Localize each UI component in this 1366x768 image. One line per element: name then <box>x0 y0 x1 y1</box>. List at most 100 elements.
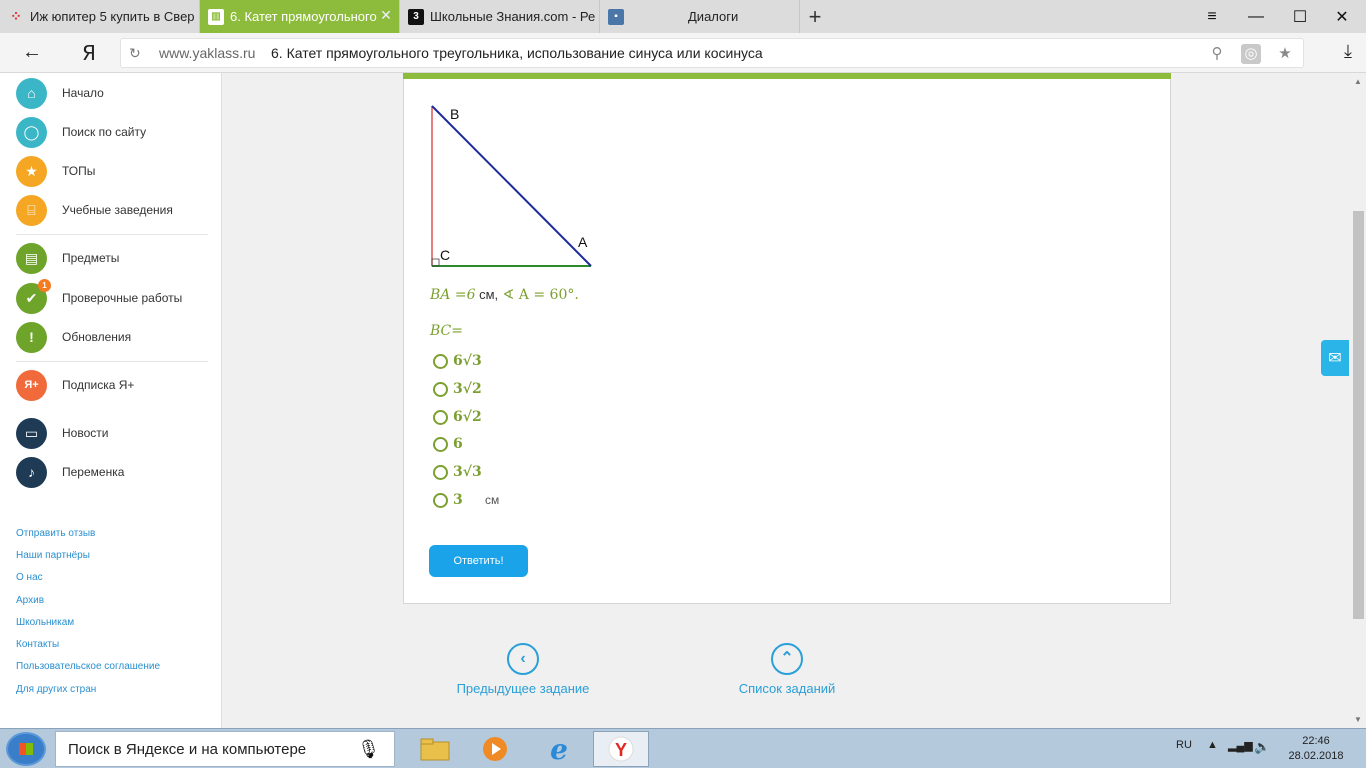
sidebar-item-tops[interactable]: ★ ТОПы <box>16 155 95 187</box>
footer-link-other-countries[interactable]: Для других стран <box>16 684 96 695</box>
divider <box>16 361 208 362</box>
answer-option[interactable]: 6√3 <box>433 352 482 370</box>
tab-label: 6. Катет прямоугольного <box>230 9 377 24</box>
close-window-button[interactable]: ✕ <box>1320 0 1364 33</box>
url-domain: www.yaklass.ru <box>159 45 256 61</box>
right-angle-mark <box>431 258 440 267</box>
main-content: B A C BA =6 см, ∢ A = 60°. BC= 6√3 3√2 6… <box>223 73 1351 728</box>
bell-icon: ♪ <box>16 456 47 488</box>
sidebar-item-subscription[interactable]: Я+ Подписка Я+ <box>16 369 134 401</box>
submit-answer-button[interactable]: Ответить! <box>429 545 528 577</box>
sidebar-item-updates[interactable]: ! Обновления <box>16 321 131 353</box>
sidebar-item-tests[interactable]: ✔ 1 Проверочные работы <box>16 278 182 314</box>
yandex-logo[interactable]: Я <box>82 41 96 65</box>
option-value: 6 <box>453 436 463 452</box>
play-icon <box>483 737 507 761</box>
yandex-browser-icon: Y <box>608 736 634 762</box>
option-value: 6√3 <box>453 353 482 369</box>
label-c: C <box>440 247 450 263</box>
footer-link-archive[interactable]: Архив <box>16 595 44 606</box>
footer-link-students[interactable]: Школьникам <box>16 617 74 628</box>
option-value: 3√3 <box>453 464 482 480</box>
radio-button[interactable] <box>433 353 448 369</box>
close-icon[interactable]: ✕ <box>379 8 393 22</box>
language-indicator[interactable]: RU <box>1176 739 1192 751</box>
tab-izh-jupiter[interactable]: ⁘ Иж юпитер 5 купить в Свер <box>0 0 200 33</box>
mail-feedback-button[interactable]: ✉ <box>1321 340 1349 376</box>
radio-button[interactable] <box>433 409 448 425</box>
sidebar-item-label: Предметы <box>62 251 120 265</box>
volume-icon[interactable]: 🔈 <box>1254 739 1270 755</box>
answer-option[interactable]: 6 <box>433 435 463 453</box>
answer-option[interactable]: 6√2 <box>433 408 482 426</box>
home-icon: ⌂ <box>16 77 47 109</box>
scroll-down-arrow-icon[interactable]: ▼ <box>1354 715 1362 724</box>
radio-button[interactable] <box>433 436 448 452</box>
system-clock[interactable]: 22:46 28.02.2018 <box>1286 734 1346 764</box>
answer-unit: см <box>485 493 500 507</box>
svg-text:Y: Y <box>615 740 627 760</box>
condition-angle: ∢ A = 60°. <box>498 287 579 303</box>
sidebar-item-label: Начало <box>62 86 104 100</box>
dots-icon: ⁘ <box>10 8 22 24</box>
bookmark-star-icon[interactable]: ★ <box>1275 44 1295 64</box>
taskbar-search[interactable]: Поиск в Яндексе и на компьютере 🎙 <box>55 731 395 767</box>
maximize-button[interactable]: ☐ <box>1278 0 1322 33</box>
side-ba <box>431 105 592 267</box>
explorer-taskbar-icon[interactable] <box>407 731 463 767</box>
footer-link-contacts[interactable]: Контакты <box>16 639 59 650</box>
sidebar-item-break[interactable]: ♪ Переменка <box>16 456 124 488</box>
internet-explorer-icon: e <box>550 732 568 766</box>
tab-dialogs[interactable]: ▪ Диалоги <box>600 0 800 33</box>
clock-time: 22:46 <box>1302 735 1330 747</box>
tab-katet[interactable]: ▥ 6. Катет прямоугольного ✕ <box>200 0 400 33</box>
answer-option[interactable]: 3√3 <box>433 463 482 481</box>
minimize-button[interactable]: — <box>1234 0 1278 33</box>
vertical-scrollbar[interactable]: ▲ ▼ <box>1351 73 1366 728</box>
back-button[interactable]: ← <box>20 41 44 65</box>
previous-task-link[interactable]: ‹ Предыдущее задание <box>453 643 593 696</box>
protect-icon[interactable]: ◎ <box>1241 44 1261 64</box>
taskbar: Поиск в Яндексе и на компьютере 🎙 e Y RU… <box>0 728 1366 768</box>
download-icon[interactable]: ⤓ <box>1344 41 1352 62</box>
yandex-browser-taskbar-icon[interactable]: Y <box>593 731 649 767</box>
reload-icon[interactable]: ↻ <box>129 45 141 62</box>
tray-up-arrow-icon[interactable]: ▲ <box>1207 739 1218 751</box>
url-field[interactable]: ↻ www.yaklass.ru 6. Катет прямоугольного… <box>120 38 1304 68</box>
radio-button[interactable] <box>433 492 448 508</box>
scrollbar-thumb[interactable] <box>1353 211 1364 619</box>
sidebar-item-label: Подписка Я+ <box>62 378 135 392</box>
option-value: 3√2 <box>453 381 482 397</box>
sidebar-item-subjects[interactable]: ▤ Предметы <box>16 242 119 274</box>
radio-button[interactable] <box>433 464 448 480</box>
tab-label: Школьные Знания.com - Ре <box>430 9 596 24</box>
task-list-link[interactable]: ⌃ Список заданий <box>727 643 847 696</box>
sidebar-item-label: Новости <box>62 426 109 440</box>
answer-option[interactable]: 3√2 <box>433 380 482 398</box>
url-page-title: 6. Катет прямоугольного треугольника, ис… <box>271 45 763 61</box>
new-tab-button[interactable]: + <box>800 0 830 33</box>
sidebar-item-search[interactable]: ◯ Поиск по сайту <box>16 116 146 148</box>
footer-link-about[interactable]: О нас <box>16 572 43 583</box>
start-button[interactable] <box>6 732 46 766</box>
ie-taskbar-icon[interactable]: e <box>531 731 587 767</box>
microphone-icon[interactable]: 🎙 <box>357 739 380 760</box>
radio-button[interactable] <box>433 381 448 397</box>
sidebar-item-home[interactable]: ⌂ Начало <box>16 77 104 109</box>
footer-link-agreement[interactable]: Пользовательское соглашение <box>16 661 160 672</box>
znania-icon: 3 <box>408 8 424 25</box>
footer-link-partners[interactable]: Наши партнёры <box>16 550 90 561</box>
scroll-up-arrow-icon[interactable]: ▲ <box>1354 77 1362 86</box>
footer-link-feedback[interactable]: Отправить отзыв <box>16 528 95 539</box>
search-icon[interactable]: ⚲ <box>1207 44 1227 64</box>
label-b: B <box>450 106 459 122</box>
menu-icon[interactable]: ≡ <box>1190 0 1234 33</box>
sidebar-item-news[interactable]: ▭ Новости <box>16 417 108 449</box>
media-player-taskbar-icon[interactable] <box>467 731 523 767</box>
previous-task-label: Предыдущее задание <box>456 681 590 696</box>
answer-option[interactable]: 3 <box>433 491 463 509</box>
network-signal-icon[interactable]: ▂▄▆ <box>1228 739 1253 752</box>
tab-znania[interactable]: 3 Школьные Знания.com - Ре <box>400 0 600 33</box>
condition-unit: см, <box>475 287 499 302</box>
sidebar-item-institutions[interactable]: ⌸ Учебные заведения <box>16 194 173 226</box>
